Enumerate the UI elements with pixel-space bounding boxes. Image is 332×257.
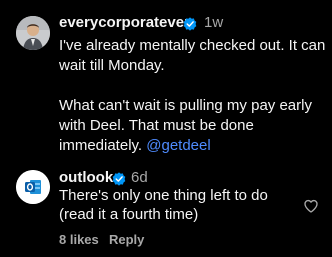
comment-text-line: wait till Monday. <box>59 57 165 74</box>
comment-text-line: immediately. @getdeel <box>59 136 211 156</box>
mention-link[interactable]: @getdeel <box>146 137 210 154</box>
user-avatar[interactable] <box>16 16 50 50</box>
verified-badge-icon <box>183 17 197 31</box>
outlook-logo-icon <box>16 170 50 204</box>
comment-text-segment: immediately. <box>59 137 143 154</box>
comment-time: 6d <box>131 169 148 186</box>
reply-button[interactable]: Reply <box>109 232 144 247</box>
comment-time: 1w <box>204 14 224 31</box>
comment-text-line: What can't wait is pulling my pay early <box>59 97 312 114</box>
likes-count[interactable]: 8 likes <box>59 232 99 247</box>
comment-text-line: I've already mentally checked out. It ca… <box>59 37 326 54</box>
person-avatar-icon <box>16 16 50 50</box>
comment-text-line: There's only one thing left to do <box>59 187 268 204</box>
comment-text-line: (read it a fourth time) <box>59 206 199 223</box>
comment-username[interactable]: outlook <box>59 169 113 186</box>
comment-text-line: with Deel. That must be done <box>59 117 254 134</box>
heart-icon[interactable] <box>303 198 319 214</box>
user-avatar[interactable] <box>16 170 50 204</box>
verified-badge-icon <box>112 172 126 186</box>
comment-username[interactable]: everycorporatever <box>59 14 190 31</box>
